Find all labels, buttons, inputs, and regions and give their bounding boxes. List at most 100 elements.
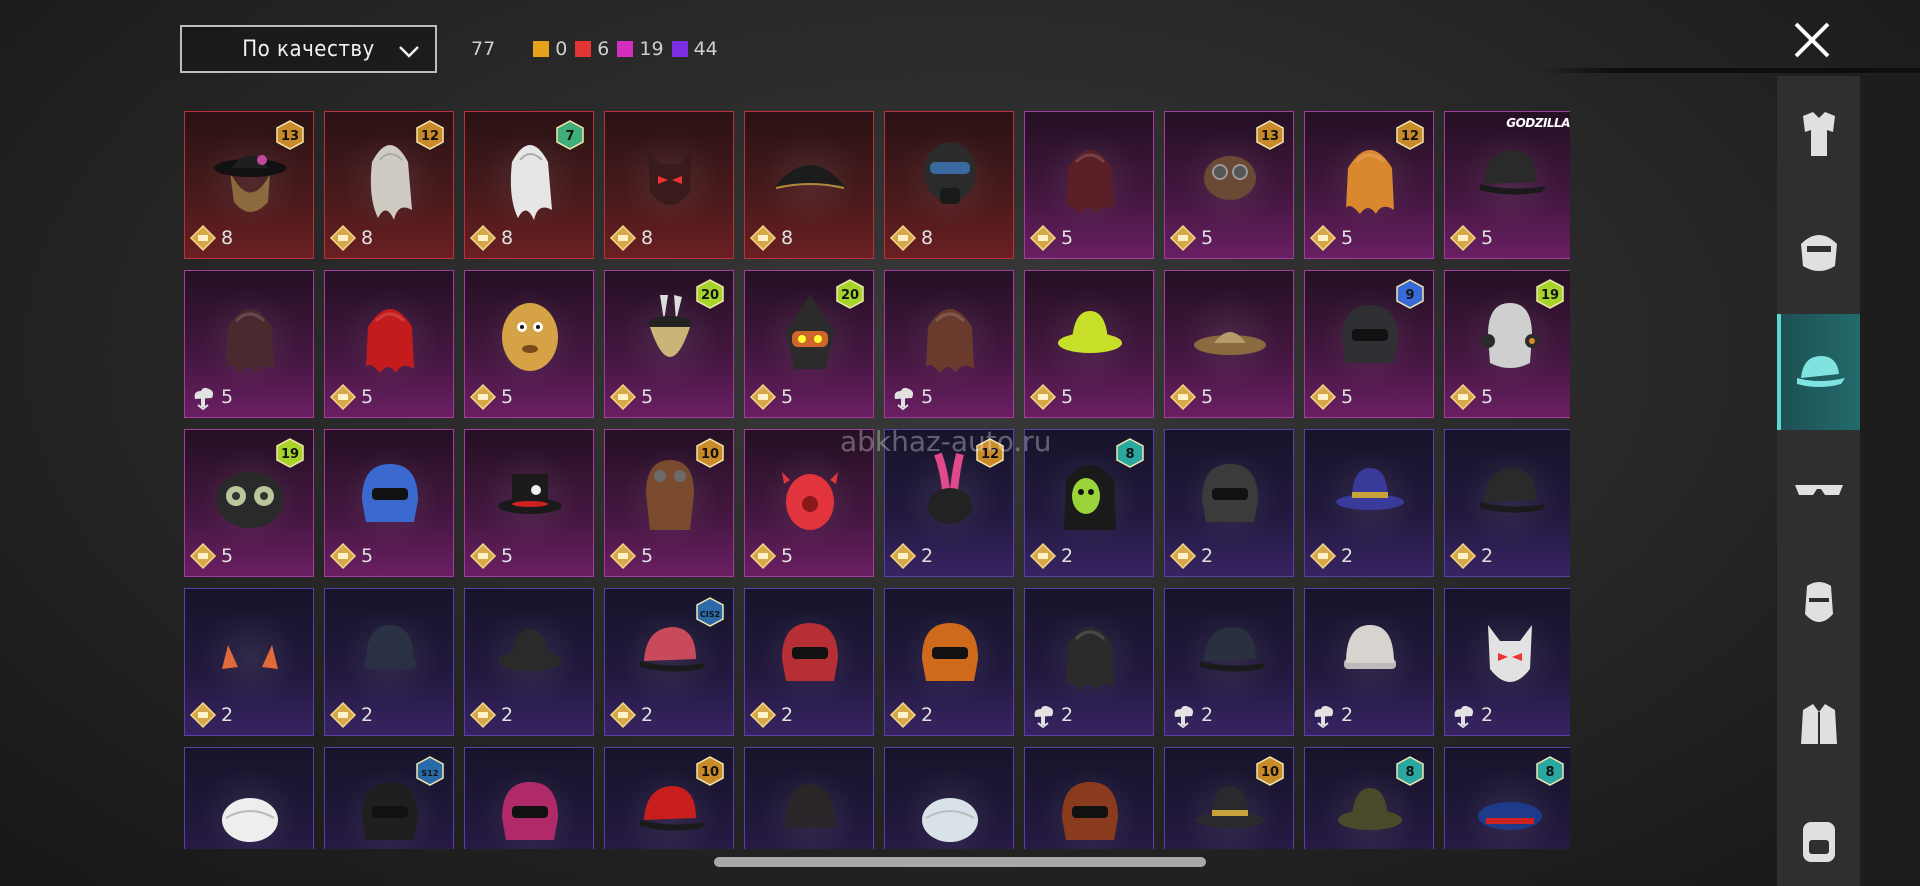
item-price: 8: [329, 224, 373, 252]
item-card[interactable]: 8: [604, 111, 734, 259]
cap-icon: [1796, 356, 1845, 387]
season-badge: 8: [1536, 756, 1564, 786]
item-card[interactable]: 2: [1164, 429, 1294, 577]
item-card[interactable]: 2: [324, 588, 454, 736]
category-sidebar: [1777, 76, 1860, 886]
item-card[interactable]: 2: [1024, 588, 1154, 736]
item-card[interactable]: [184, 747, 314, 849]
helmet-icon: [922, 623, 978, 681]
sidebar-tab-mask[interactable]: [1777, 192, 1860, 308]
close-icon[interactable]: [1790, 18, 1834, 62]
season-badge: 10: [1256, 756, 1284, 786]
item-card[interactable]: 20 5: [744, 270, 874, 418]
item-price: 5: [329, 383, 373, 411]
price-value: 2: [1341, 545, 1354, 567]
item-card[interactable]: 20 5: [604, 270, 734, 418]
price-value: 2: [361, 704, 374, 726]
bucket-hat-icon: [1058, 311, 1122, 353]
silver-currency-icon: [1174, 705, 1193, 729]
gold-currency-icon: [609, 701, 637, 729]
svg-text:CIS2: CIS2: [700, 610, 720, 619]
horns-icon: [222, 645, 278, 669]
item-card[interactable]: 5: [464, 429, 594, 577]
item-card[interactable]: 8: [1444, 747, 1570, 849]
item-card[interactable]: 5: [324, 429, 454, 577]
item-card[interactable]: 2: [744, 588, 874, 736]
item-card[interactable]: 13 8: [184, 111, 314, 259]
price-value: 5: [641, 386, 654, 408]
item-price: 8: [889, 224, 933, 252]
sidebar-edge: [1860, 76, 1920, 886]
sidebar-tab-cap[interactable]: [1777, 314, 1860, 430]
sidebar-tab-face[interactable]: [1777, 546, 1860, 662]
item-card[interactable]: 2: [1304, 588, 1434, 736]
item-card[interactable]: 5: [1024, 111, 1154, 259]
season-badge: 8: [1116, 438, 1144, 468]
outfit-icon: [1802, 112, 1835, 156]
item-card[interactable]: 5: [884, 270, 1014, 418]
item-card[interactable]: 10: [1164, 747, 1294, 849]
item-card[interactable]: 2: [884, 588, 1014, 736]
sidebar-tab-jacket[interactable]: [1777, 666, 1860, 782]
item-card[interactable]: 2: [1164, 588, 1294, 736]
item-card[interactable]: 12 8: [324, 111, 454, 259]
item-card[interactable]: 78: [464, 111, 594, 259]
gold-currency-icon: [1449, 224, 1477, 252]
item-card[interactable]: 5: [324, 270, 454, 418]
helmet-icon: [1062, 782, 1118, 840]
item-card[interactable]: 10: [604, 747, 734, 849]
item-card[interactable]: 8: [1304, 747, 1434, 849]
tier-count-value: 0: [555, 38, 568, 60]
item-price: 2: [749, 701, 793, 729]
item-card[interactable]: 95: [1304, 270, 1434, 418]
item-card[interactable]: 8: [744, 111, 874, 259]
item-card[interactable]: 2: [1304, 429, 1434, 577]
item-card[interactable]: 5: [1024, 270, 1154, 418]
hair-icon: [1066, 627, 1114, 691]
item-card[interactable]: 19 5: [184, 429, 314, 577]
item-card[interactable]: 2: [184, 588, 314, 736]
hat-icon: [1336, 468, 1404, 510]
svg-text:13: 13: [281, 129, 299, 144]
gold-currency-icon: [469, 383, 497, 411]
item-card[interactable]: 2: [464, 588, 594, 736]
item-grid: 13 8 12 8 788885 13 5 12 5 GODZILLA 5 5 5 5 20 5 2…: [184, 111, 1570, 849]
item-card[interactable]: 5: [1164, 270, 1294, 418]
sort-dropdown[interactable]: По качеству: [180, 25, 437, 73]
item-card[interactable]: 19 5: [1444, 270, 1570, 418]
gold-currency-icon: [749, 224, 777, 252]
item-card[interactable]: [1024, 747, 1154, 849]
tier-count: 19: [617, 38, 664, 60]
item-card[interactable]: 10 5: [604, 429, 734, 577]
item-card[interactable]: 5: [184, 270, 314, 418]
tier-count-value: 44: [693, 38, 718, 60]
item-card[interactable]: 2: [1444, 588, 1570, 736]
item-card[interactable]: [464, 747, 594, 849]
item-card[interactable]: 5: [464, 270, 594, 418]
item-card[interactable]: 2: [1444, 429, 1570, 577]
item-card[interactable]: [884, 747, 1014, 849]
sidebar-tab-glasses[interactable]: [1777, 431, 1860, 547]
tier-color-swatch: [617, 41, 634, 57]
item-price: 5: [189, 542, 233, 570]
item-card[interactable]: [744, 747, 874, 849]
svg-text:20: 20: [701, 288, 719, 303]
gold-currency-icon: [609, 224, 637, 252]
item-card[interactable]: GODZILLA 5: [1444, 111, 1570, 259]
item-card[interactable]: CIS2 2: [604, 588, 734, 736]
sidebar-tab-backpack[interactable]: [1777, 782, 1860, 886]
item-card[interactable]: 8: [884, 111, 1014, 259]
sidebar-tab-outfit[interactable]: [1777, 76, 1860, 192]
item-card[interactable]: 13 5: [1164, 111, 1294, 259]
svg-text:8: 8: [1405, 765, 1414, 780]
gold-currency-icon: [749, 542, 777, 570]
horizontal-scrollbar[interactable]: [714, 857, 1206, 867]
svg-text:20: 20: [841, 288, 859, 303]
svg-text:8: 8: [1125, 447, 1134, 462]
season-badge: 7: [556, 120, 584, 150]
item-card[interactable]: 12 5: [1304, 111, 1434, 259]
gold-currency-icon: [1309, 224, 1337, 252]
cap-icon: [1480, 468, 1546, 513]
gold-currency-icon: [469, 542, 497, 570]
item-card[interactable]: S12: [324, 747, 454, 849]
